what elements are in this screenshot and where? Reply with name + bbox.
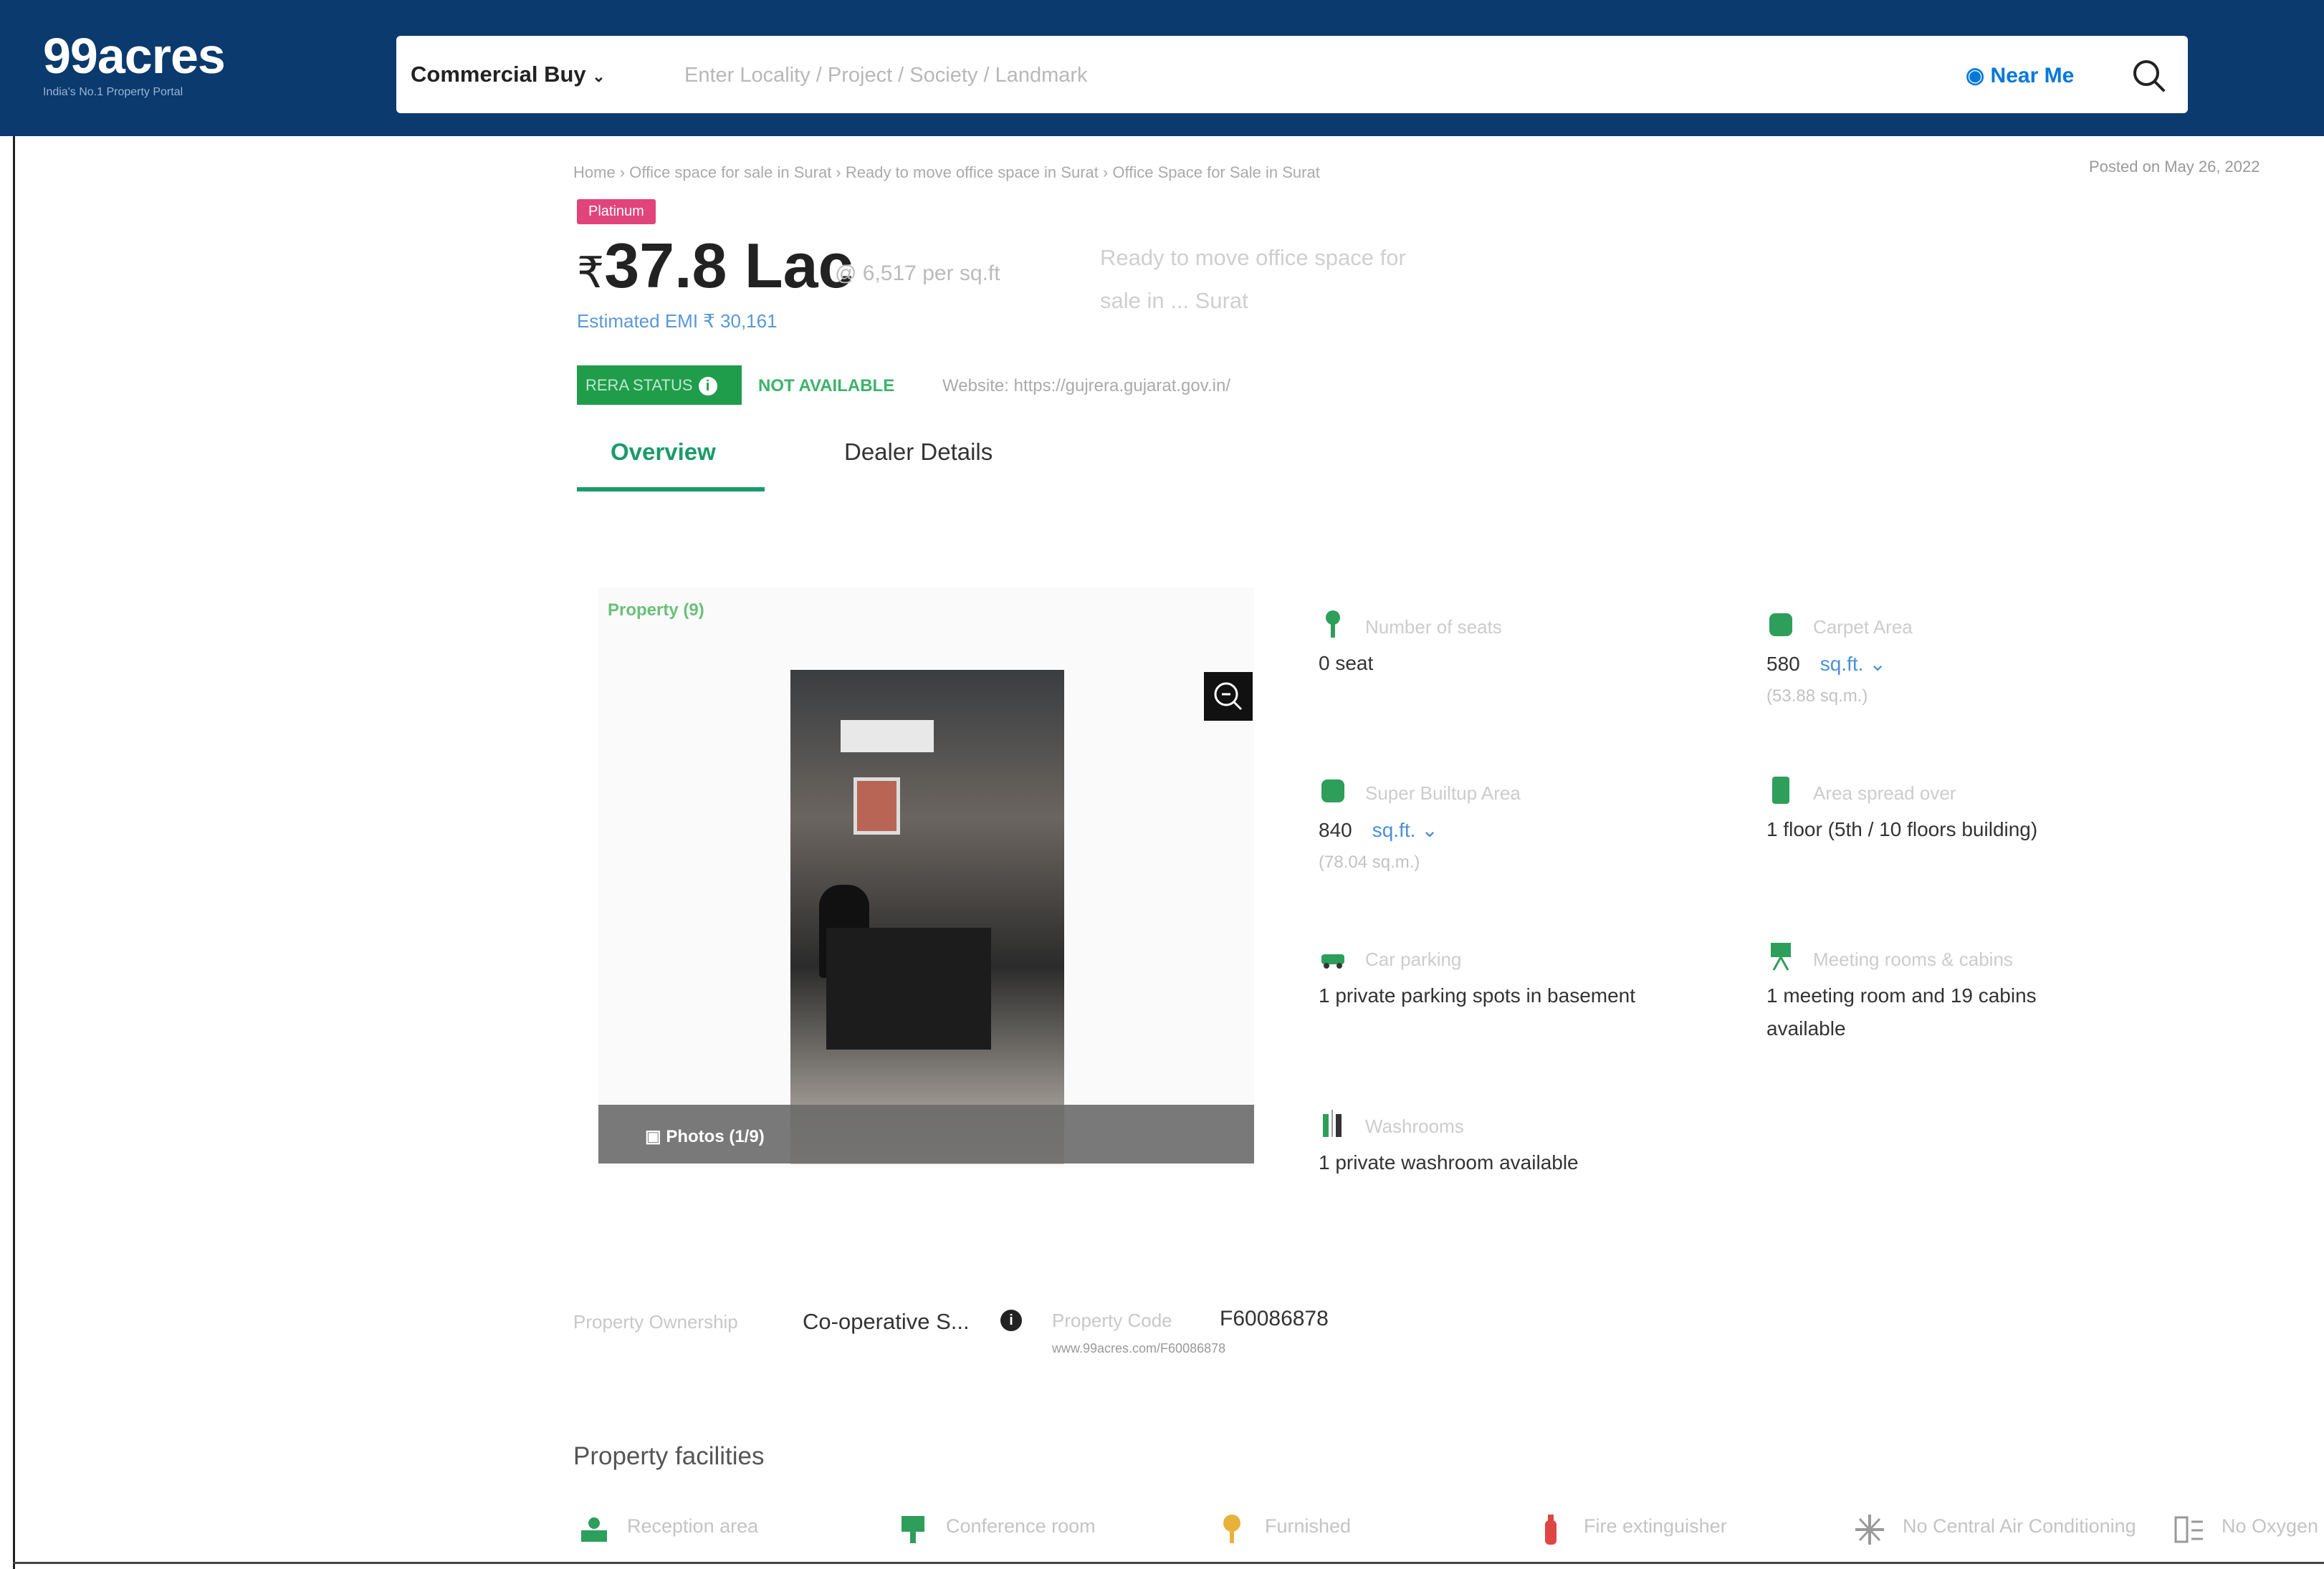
chevron-down-icon: ⌄ [592, 67, 606, 85]
ownership-label: Property Ownership [573, 1311, 738, 1333]
info-icon[interactable]: i [698, 377, 717, 396]
property-code-label: Property Code [1052, 1310, 1172, 1331]
feature-value: 840 sq.ft. ⌄ [1319, 818, 1438, 842]
feature-label: Washrooms [1365, 1115, 1464, 1137]
property-photo[interactable] [790, 670, 1064, 1164]
fire-extinguisher-icon [1545, 1515, 1556, 1545]
property-code-value: F60086878 [1220, 1307, 1329, 1330]
tab-overview[interactable]: Overview [611, 438, 716, 466]
zoom-icon[interactable] [1204, 672, 1253, 721]
near-me-label: Near Me [1990, 64, 2075, 87]
feature-seats: Number of seats 0 seat [1319, 608, 1749, 715]
listing-title-line2: sale in ... Surat [1100, 288, 1248, 313]
carpet-area-icon [1769, 613, 1792, 636]
feature-value: 1 meeting room and 19 cabins [1766, 984, 2037, 1007]
photos-button[interactable]: ▣ Photos (1/9) [645, 1126, 765, 1147]
photo-desk [826, 928, 991, 1050]
feature-carpet-area: Carpet Area 580 sq.ft. ⌄ (53.88 sq.m.) [1766, 608, 2196, 715]
feature-sub: (53.88 sq.m.) [1766, 686, 1868, 706]
photo-ac-unit [841, 720, 934, 752]
unit-dropdown[interactable]: sq.ft. [1372, 819, 1416, 841]
feature-label: Super Builtup Area [1365, 782, 1521, 804]
feature-value: 1 private washroom available [1319, 1151, 1579, 1174]
unit-dropdown[interactable]: sq.ft. [1820, 653, 1864, 675]
feature-value-line2: available [1766, 1017, 1846, 1040]
furnished-icon [1223, 1515, 1240, 1543]
photos-button-label: Photos (1/9) [666, 1127, 765, 1146]
feature-label: Meeting rooms & cabins [1813, 949, 2013, 970]
price-per-sqft: @ 6,517 per sq.ft [835, 262, 1000, 285]
listing-title: Ready to move office space for sale in .… [1100, 236, 1473, 322]
logo-text: 99acres [43, 28, 226, 84]
top-header: 99acres India's No.1 Property Portal Com… [0, 0, 2324, 136]
feature-label: Car parking [1365, 949, 1462, 970]
ownership-value: Co-operative S... [803, 1309, 970, 1334]
photo-wall-frame [853, 777, 900, 835]
photo-section-label: Property (9) [608, 600, 704, 620]
breadcrumb[interactable]: Home › Office space for sale in Surat › … [573, 163, 1320, 182]
meeting-room-icon [1771, 943, 1791, 971]
dropdown-label: Commercial Buy [411, 62, 586, 87]
rera-value: NOT AVAILABLE [758, 376, 895, 395]
rera-status-badge[interactable]: RERA STATUS i [577, 365, 742, 405]
logo[interactable]: 99acres India's No.1 Property Portal [43, 27, 226, 99]
seat-icon [1326, 610, 1340, 638]
facility-label: Conference room [946, 1515, 1096, 1537]
feature-meeting-rooms: Meeting rooms & cabins 1 meeting room an… [1766, 940, 2196, 1062]
feature-label: Area spread over [1813, 782, 1956, 804]
search-icon[interactable] [2131, 57, 2168, 95]
facility-label: No Oxygen [2222, 1515, 2319, 1537]
ac-icon [1855, 1515, 1884, 1545]
conference-icon [902, 1516, 924, 1543]
feature-value: 0 seat [1319, 652, 1374, 674]
feature-floors: Area spread over 1 floor (5th / 10 floor… [1766, 774, 2196, 881]
facility-label: Fire extinguisher [1584, 1515, 1727, 1537]
price-value: 37.8 Lac [604, 230, 853, 301]
feature-sub: (78.04 sq.m.) [1319, 853, 1420, 872]
feature-value: 1 private parking spots in basement [1319, 984, 1636, 1007]
feature-car-parking: Car parking 1 private parking spots in b… [1319, 940, 1749, 1047]
feature-washrooms: Washrooms 1 private washroom available [1319, 1107, 1749, 1193]
logo-tagline: India's No.1 Property Portal [43, 86, 183, 98]
location-target-icon: ◉ [1966, 64, 1985, 87]
rera-status-label: RERA STATUS [585, 376, 693, 394]
building-icon [1772, 777, 1789, 804]
facility-label: Reception area [627, 1515, 759, 1537]
price: ₹37.8 Lac [577, 229, 853, 302]
platinum-badge: Platinum [577, 199, 656, 224]
facility-label: Furnished [1265, 1515, 1352, 1537]
feature-super-builtup: Super Builtup Area 840 sq.ft. ⌄ (78.04 sq.… [1319, 774, 1749, 881]
super-builtup-icon [1321, 779, 1344, 802]
chevron-down-icon[interactable]: ⌄ [1869, 653, 1885, 675]
super-builtup-value: 840 [1319, 819, 1352, 841]
feature-label: Carpet Area [1813, 616, 1913, 638]
search-input[interactable] [683, 54, 1976, 96]
search-bar: Commercial Buy ⌄ ◉ Near Me [396, 36, 2188, 113]
feature-value: 580 sq.ft. ⌄ [1766, 652, 1886, 676]
facility-label: No Central Air Conditioning [1903, 1515, 2136, 1537]
posted-date: Posted on May 26, 2022 [2089, 158, 2260, 176]
carpet-area-value: 580 [1766, 653, 1800, 675]
rupee-symbol: ₹ [577, 249, 605, 297]
property-code-url[interactable]: www.99acres.com/F60086878 [1052, 1341, 1225, 1356]
oxygen-icon [2174, 1516, 2203, 1543]
reception-icon [581, 1517, 607, 1542]
emi-link[interactable]: Estimated EMI ₹ 30,161 [577, 310, 778, 332]
active-tab-indicator [577, 487, 765, 491]
page-bottom-border [13, 1562, 2324, 1564]
feature-label: Number of seats [1365, 616, 1502, 638]
facilities-title: Property facilities [573, 1442, 765, 1470]
rera-website[interactable]: Website: https://gujrera.gujarat.gov.in/ [942, 376, 1230, 396]
near-me-button[interactable]: ◉ Near Me [1966, 63, 2074, 88]
listing-title-line1: Ready to move office space for [1100, 245, 1406, 270]
car-icon [1321, 954, 1344, 969]
tab-dealer-details[interactable]: Dealer Details [844, 438, 993, 466]
info-icon[interactable]: i [1000, 1310, 1022, 1331]
image-icon: ▣ [645, 1127, 666, 1146]
washroom-icon [1323, 1110, 1342, 1137]
chevron-down-icon[interactable]: ⌄ [1421, 819, 1438, 841]
property-type-dropdown[interactable]: Commercial Buy ⌄ [411, 62, 606, 87]
page-left-border [13, 136, 15, 1569]
feature-value: 1 floor (5th / 10 floors building) [1766, 818, 2038, 840]
